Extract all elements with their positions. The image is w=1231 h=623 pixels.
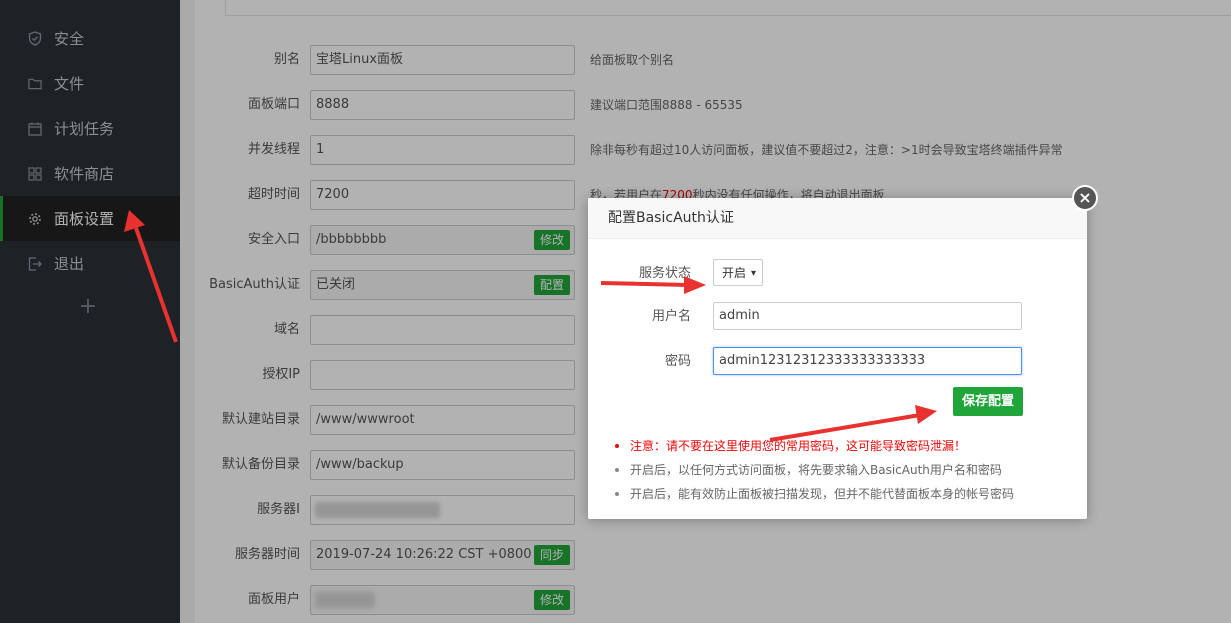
note-text: 注意：请不要在这里使用您的常用密码，这可能导致密码泄漏！ xyxy=(630,439,967,453)
bullet-icon xyxy=(615,444,619,448)
status-label: 服务状态 xyxy=(638,266,691,281)
modal-title: 配置BasicAuth认证 xyxy=(588,198,1087,239)
username-row: 用户名 admin xyxy=(588,302,1087,332)
bullet-icon xyxy=(615,468,619,472)
note-warning: 注意：请不要在这里使用您的常用密码，这可能导致密码泄漏！ xyxy=(613,434,1014,458)
save-config-button[interactable]: 保存配置 xyxy=(953,387,1023,416)
username-input[interactable]: admin xyxy=(713,302,1022,330)
chevron-down-icon: ▾ xyxy=(750,268,756,279)
note-text: 开启后，能有效防止面板被扫描发现，但并不能代替面板本身的帐号密码 xyxy=(630,487,1015,501)
note-item: 开启后，能有效防止面板被扫描发现，但并不能代替面板本身的帐号密码 xyxy=(613,482,1014,506)
notes-list: 注意：请不要在这里使用您的常用密码，这可能导致密码泄漏！ 开启后，以任何方式访问… xyxy=(613,434,1014,506)
password-input[interactable]: admin12312312333333333333 xyxy=(713,347,1022,375)
basicauth-modal: 配置BasicAuth认证 服务状态 开启 ▾ 用户名 admin 密码 admi… xyxy=(588,198,1087,519)
password-label: 密码 xyxy=(664,354,691,369)
note-text: 开启后，以任何方式访问面板，将先要求输入BasicAuth用户名和密码 xyxy=(630,463,1002,477)
close-icon[interactable]: × xyxy=(1072,185,1098,211)
password-row: 密码 admin12312312333333333333 xyxy=(588,347,1087,377)
bullet-icon xyxy=(615,492,619,496)
status-row: 服务状态 开启 ▾ xyxy=(588,259,1087,289)
status-select[interactable]: 开启 ▾ xyxy=(713,259,763,286)
username-label: 用户名 xyxy=(651,309,691,324)
status-value: 开启 xyxy=(722,266,747,280)
note-item: 开启后，以任何方式访问面板，将先要求输入BasicAuth用户名和密码 xyxy=(613,458,1014,482)
